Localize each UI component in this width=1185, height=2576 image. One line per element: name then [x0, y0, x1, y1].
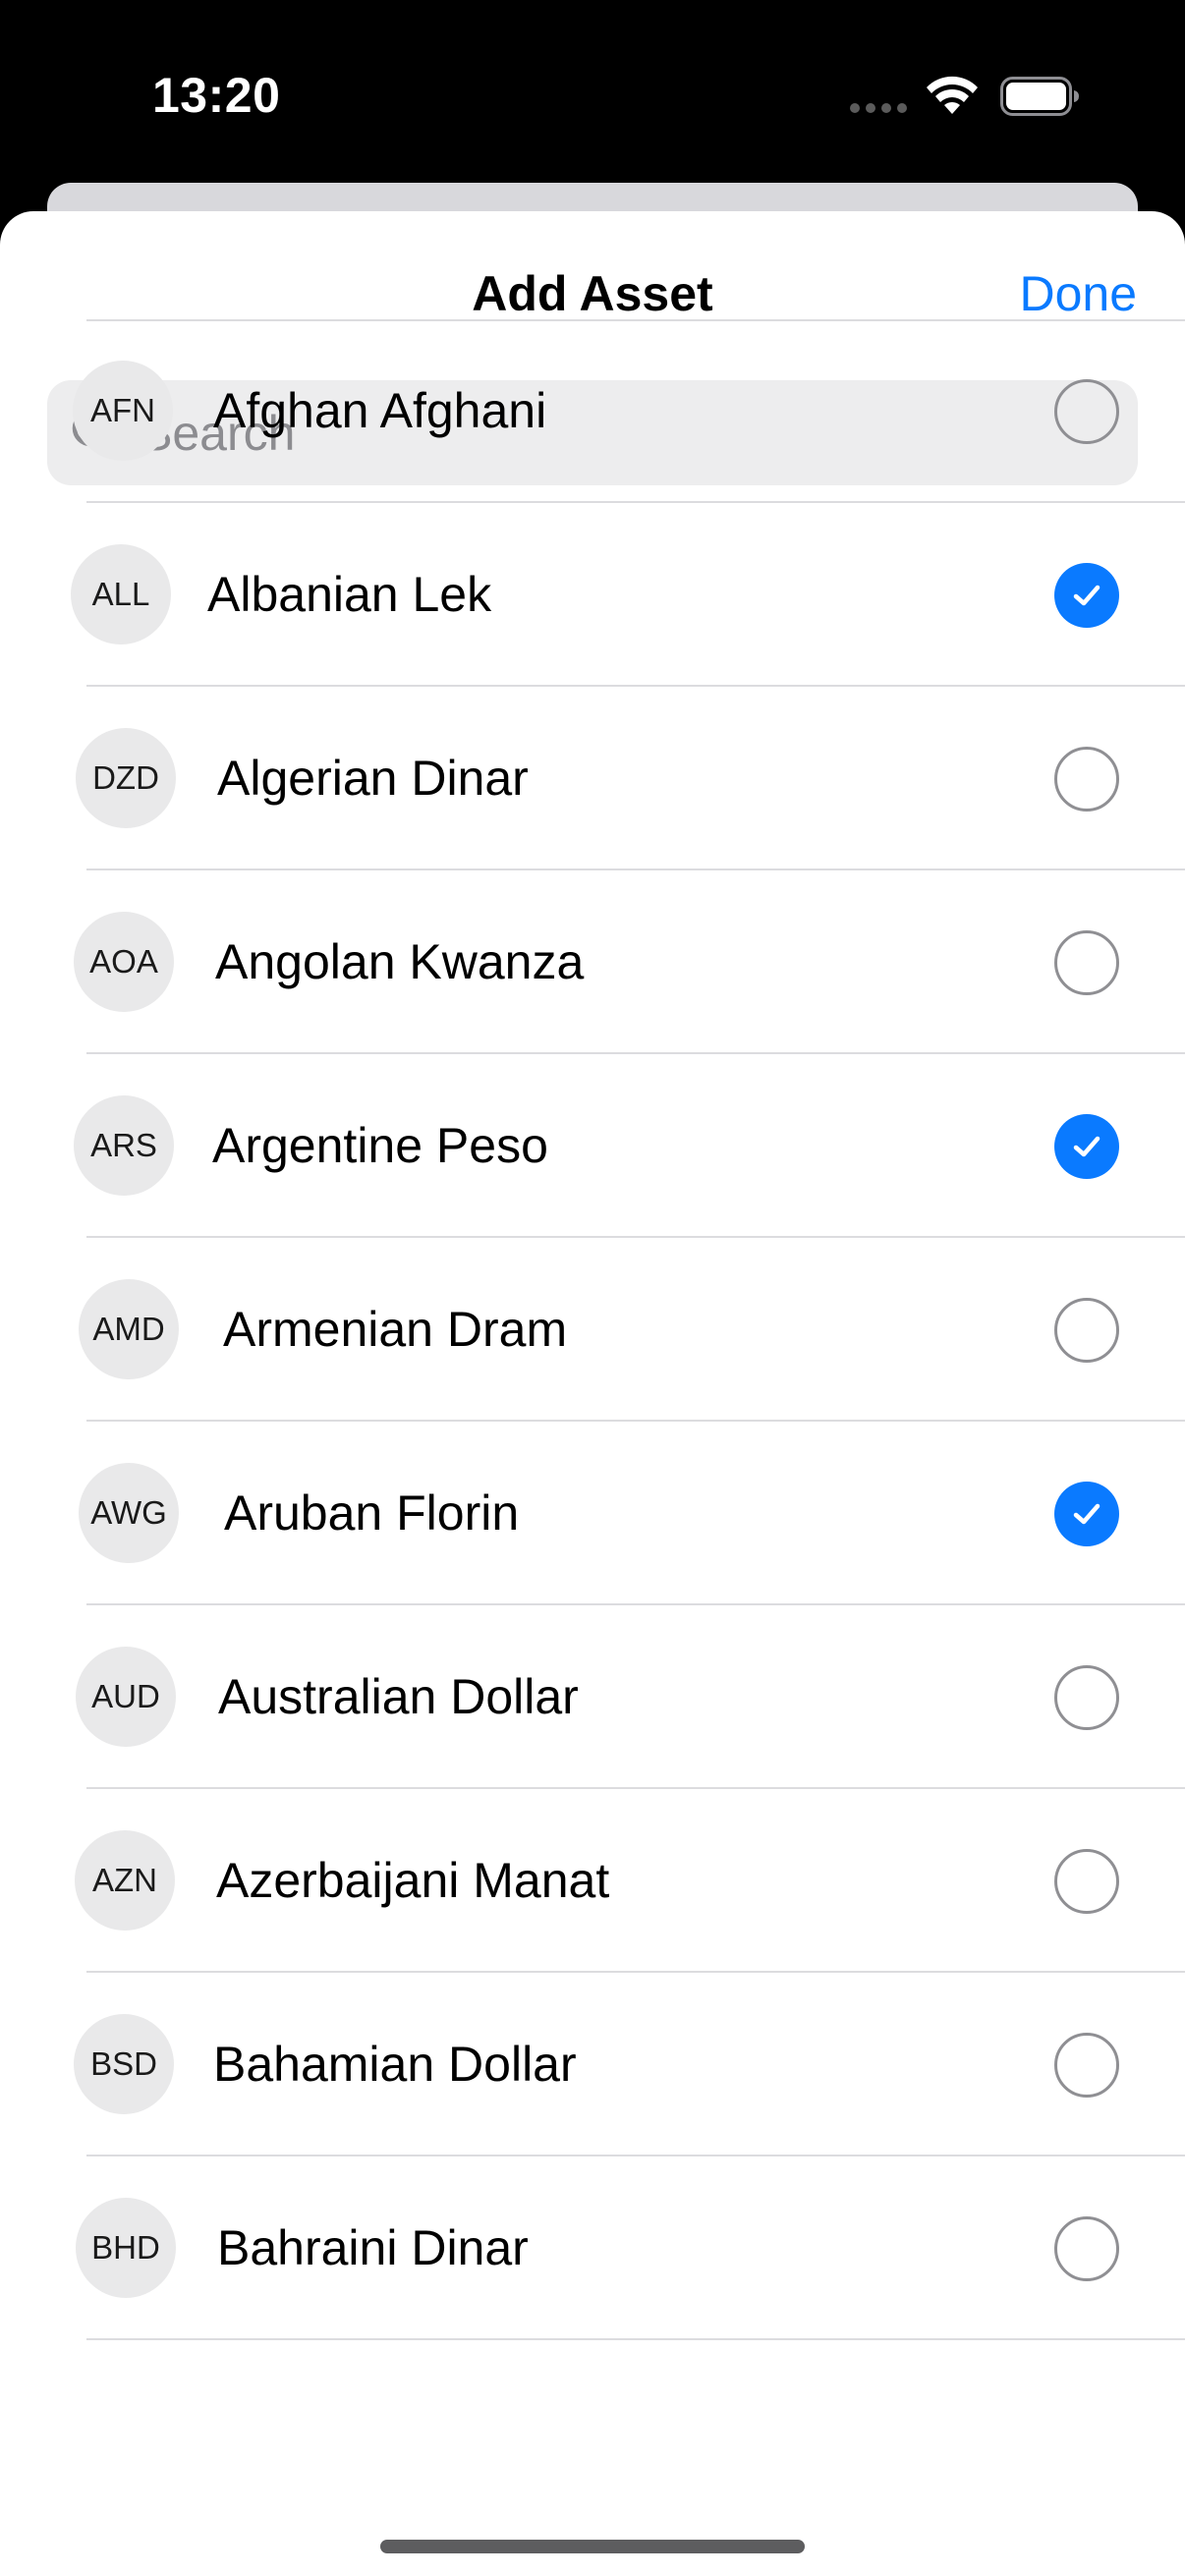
asset-name: Argentine Peso — [212, 1118, 548, 1173]
asset-code-badge: AOA — [74, 912, 174, 1012]
asset-row[interactable]: AMD Armenian Dram — [0, 1238, 1185, 1422]
empty-circle-icon[interactable] — [1054, 930, 1119, 995]
done-button[interactable]: Done — [1019, 265, 1137, 322]
asset-name: Afghan Afghani — [213, 383, 547, 438]
asset-code-badge: DZD — [76, 728, 176, 828]
asset-code-badge: ALL — [71, 544, 171, 644]
checkmark-circle-icon[interactable] — [1054, 563, 1119, 628]
empty-circle-icon[interactable] — [1054, 1849, 1119, 1914]
asset-row[interactable]: AFN Afghan Afghani — [0, 319, 1185, 503]
empty-circle-icon[interactable] — [1054, 2216, 1119, 2281]
asset-row[interactable]: ARS Argentine Peso — [0, 1054, 1185, 1238]
asset-name: Algerian Dinar — [217, 751, 529, 806]
empty-circle-icon[interactable] — [1054, 2033, 1119, 2098]
asset-code-badge: AZN — [75, 1830, 175, 1931]
asset-row[interactable]: ALL Albanian Lek — [0, 503, 1185, 687]
asset-name: Albanian Lek — [207, 567, 492, 622]
asset-name: Armenian Dram — [223, 1302, 568, 1357]
asset-code-badge: BHD — [76, 2198, 176, 2298]
asset-row[interactable]: AUD Australian Dollar — [0, 1605, 1185, 1789]
cellular-signal-icon — [850, 103, 907, 113]
asset-row[interactable]: AZN Azerbaijani Manat — [0, 1789, 1185, 1973]
asset-row[interactable]: DZD Algerian Dinar — [0, 687, 1185, 870]
sheet-title: Add Asset — [472, 266, 713, 321]
empty-circle-icon[interactable] — [1054, 1665, 1119, 1730]
asset-name: Angolan Kwanza — [215, 934, 585, 989]
asset-name: Azerbaijani Manat — [216, 1853, 610, 1908]
asset-row[interactable]: AOA Angolan Kwanza — [0, 870, 1185, 1054]
empty-circle-icon[interactable] — [1054, 379, 1119, 444]
asset-row[interactable]: AWG Aruban Florin — [0, 1422, 1185, 1605]
checkmark-circle-icon[interactable] — [1054, 1482, 1119, 1546]
empty-circle-icon[interactable] — [1054, 1298, 1119, 1363]
asset-row[interactable]: BSD Bahamian Dollar — [0, 1973, 1185, 2156]
battery-icon — [1000, 77, 1079, 116]
asset-name: Australian Dollar — [218, 1669, 579, 1724]
asset-code-badge: AUD — [76, 1647, 176, 1747]
asset-code-badge: AWG — [79, 1463, 179, 1563]
asset-name: Bahraini Dinar — [217, 2220, 529, 2275]
checkmark-circle-icon[interactable] — [1054, 1114, 1119, 1179]
asset-code-badge: AFN — [73, 361, 173, 461]
home-indicator — [380, 2540, 805, 2553]
asset-name: Bahamian Dollar — [213, 2037, 577, 2092]
asset-code-badge: ARS — [74, 1095, 174, 1196]
wifi-icon — [927, 76, 978, 114]
asset-list: AFN Afghan Afghani ALL Albanian Lek DZD Alger… — [0, 319, 1185, 2340]
asset-name: Aruban Florin — [224, 1485, 520, 1540]
empty-circle-icon[interactable] — [1054, 747, 1119, 812]
asset-code-badge: BSD — [74, 2014, 174, 2114]
status-time: 13:20 — [152, 68, 281, 123]
asset-code-badge: AMD — [79, 1279, 179, 1379]
asset-row[interactable]: BHD Bahraini Dinar — [0, 2156, 1185, 2340]
status-bar: 13:20 — [0, 0, 1185, 187]
